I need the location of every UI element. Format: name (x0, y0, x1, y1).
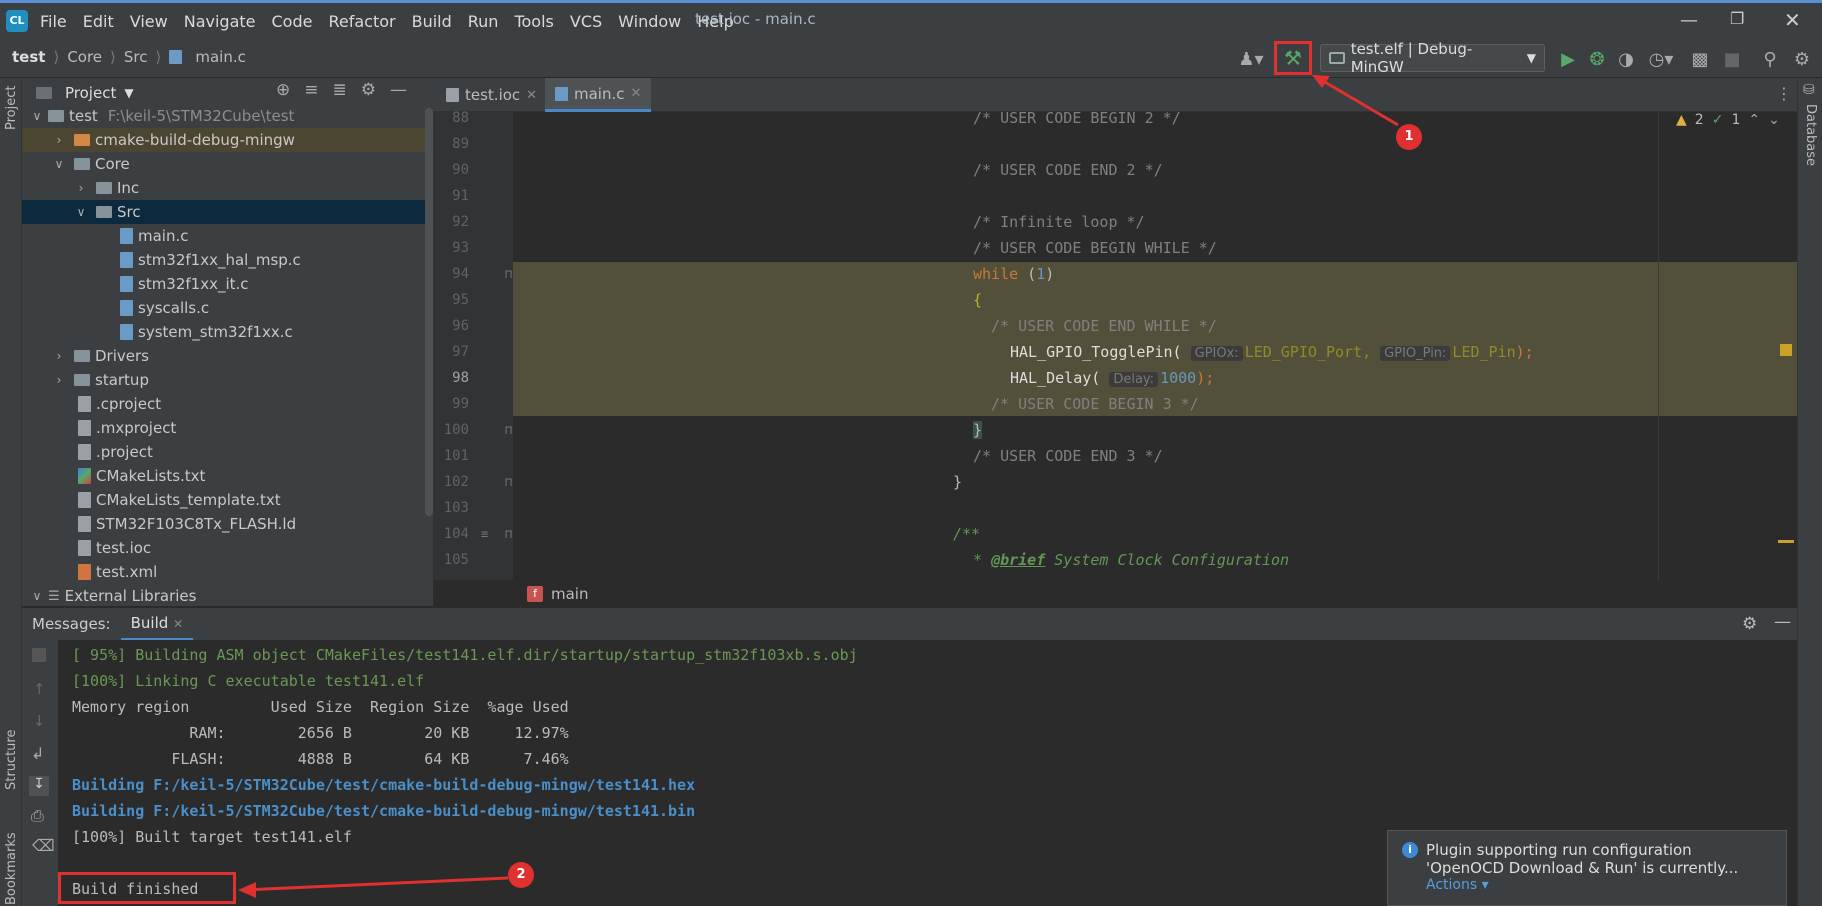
callout-badge-2: 2 (508, 862, 534, 888)
arrow-head (1312, 75, 1330, 88)
arrow-head (238, 882, 256, 898)
callout-badge-1: 1 (1396, 124, 1422, 150)
arrow-line (243, 876, 509, 892)
annotation-arrows (238, 75, 1399, 898)
arrow-line (1317, 76, 1399, 127)
